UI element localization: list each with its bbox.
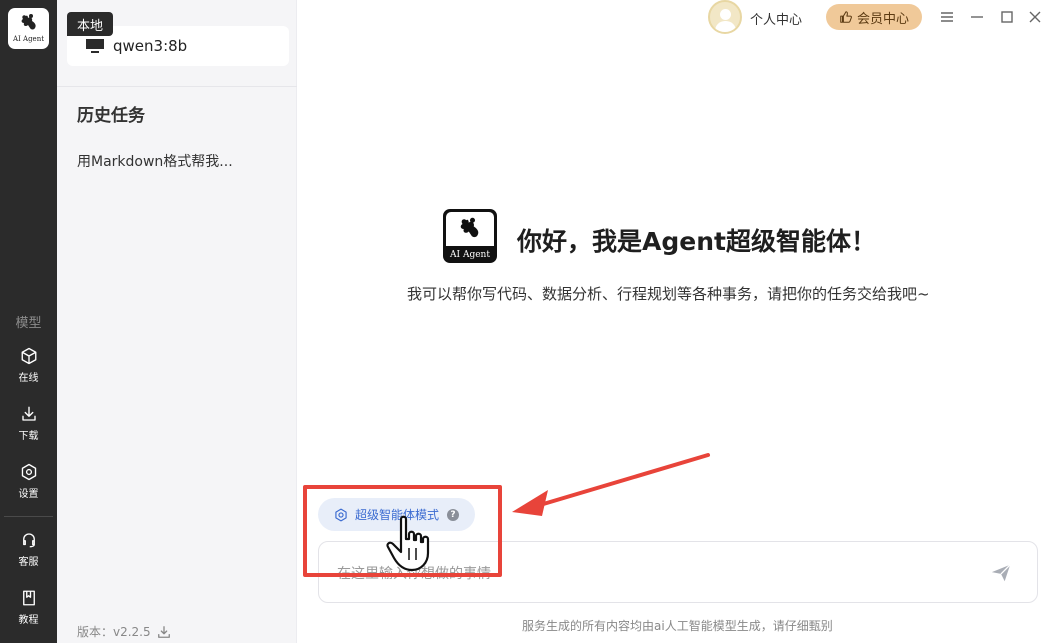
rail-item-online[interactable]: 在线 bbox=[0, 347, 57, 384]
avatar[interactable] bbox=[708, 0, 742, 34]
app-logo[interactable]: AI Agent bbox=[8, 8, 49, 49]
hero-logo: AI Agent bbox=[443, 209, 497, 263]
rail-item-support[interactable]: 客服 bbox=[0, 531, 57, 568]
headset-icon bbox=[22, 533, 35, 548]
cube-icon bbox=[21, 347, 36, 365]
app-logo-text: AI Agent bbox=[12, 35, 45, 43]
gear-icon bbox=[21, 463, 36, 481]
rail-item-label: 下载 bbox=[18, 431, 39, 442]
monitor-icon bbox=[86, 39, 104, 53]
minimize-button[interactable] bbox=[968, 8, 986, 26]
rail-item-label: 设置 bbox=[18, 489, 39, 500]
history-title: 历史任务 bbox=[77, 106, 145, 126]
profile-center-link[interactable]: 个人中心 bbox=[750, 9, 802, 28]
avatar-body bbox=[715, 21, 736, 32]
annotation-arrow-icon bbox=[512, 453, 710, 516]
hand-logo-icon bbox=[460, 217, 479, 238]
thumbs-up-icon bbox=[840, 11, 852, 23]
hamburger-icon bbox=[941, 12, 953, 22]
send-button[interactable] bbox=[987, 559, 1015, 587]
rail-item-label: 教程 bbox=[18, 615, 39, 626]
rail-item-download[interactable]: 下载 bbox=[0, 405, 57, 442]
vip-center-button[interactable]: 会员中心 bbox=[826, 4, 922, 30]
send-icon bbox=[991, 564, 1011, 582]
welcome-title: 你好，我是Agent超级智能体！ bbox=[517, 227, 876, 256]
vip-label: 会员中心 bbox=[856, 11, 909, 27]
book-icon bbox=[22, 590, 35, 606]
hero-logo-inner bbox=[446, 212, 494, 246]
minimize-icon bbox=[971, 16, 983, 18]
local-tag: 本地 bbox=[67, 12, 113, 36]
rail-section-models: 模型 bbox=[15, 316, 42, 331]
rail-item-label: 客服 bbox=[18, 557, 39, 568]
rail-item-tutorial[interactable]: 教程 bbox=[0, 589, 57, 626]
avatar-head bbox=[720, 9, 731, 20]
welcome-subtitle: 我可以帮你写代码、数据分析、行程规划等各种事务，请把你的任务交给我吧~ bbox=[407, 285, 930, 303]
history-item[interactable]: 用Markdown格式帮我... bbox=[77, 151, 233, 171]
version-label: 版本：v2.2.5 bbox=[77, 623, 171, 640]
rail-item-settings[interactable]: 设置 bbox=[0, 463, 57, 500]
maximize-button[interactable] bbox=[998, 8, 1016, 26]
sidebar-divider bbox=[57, 86, 297, 87]
hand-logo-icon bbox=[21, 14, 36, 30]
left-rail: AI Agent 模型 在线 下载 设置 客服 教程 bbox=[0, 0, 57, 643]
version-text: 版本：v2.2.5 bbox=[77, 625, 151, 639]
disclaimer: 服务生成的所有内容均由ai人工智能模型生成，请仔细甄别 bbox=[522, 619, 833, 633]
pointer-hand-icon bbox=[386, 515, 430, 572]
rail-divider bbox=[4, 516, 53, 517]
download-update-icon[interactable] bbox=[157, 625, 171, 639]
close-button[interactable] bbox=[1026, 8, 1044, 26]
model-name: qwen3:8b bbox=[113, 37, 188, 55]
rail-item-label: 在线 bbox=[18, 373, 39, 384]
menu-button[interactable] bbox=[938, 8, 956, 26]
hero-logo-text: AI Agent bbox=[450, 250, 490, 260]
maximize-icon bbox=[1001, 11, 1013, 23]
close-icon bbox=[1029, 11, 1041, 23]
download-icon bbox=[21, 406, 36, 421]
sidebar: qwen3:8b 历史任务 用Markdown格式帮我... 版本：v2.2.5 bbox=[57, 0, 297, 643]
